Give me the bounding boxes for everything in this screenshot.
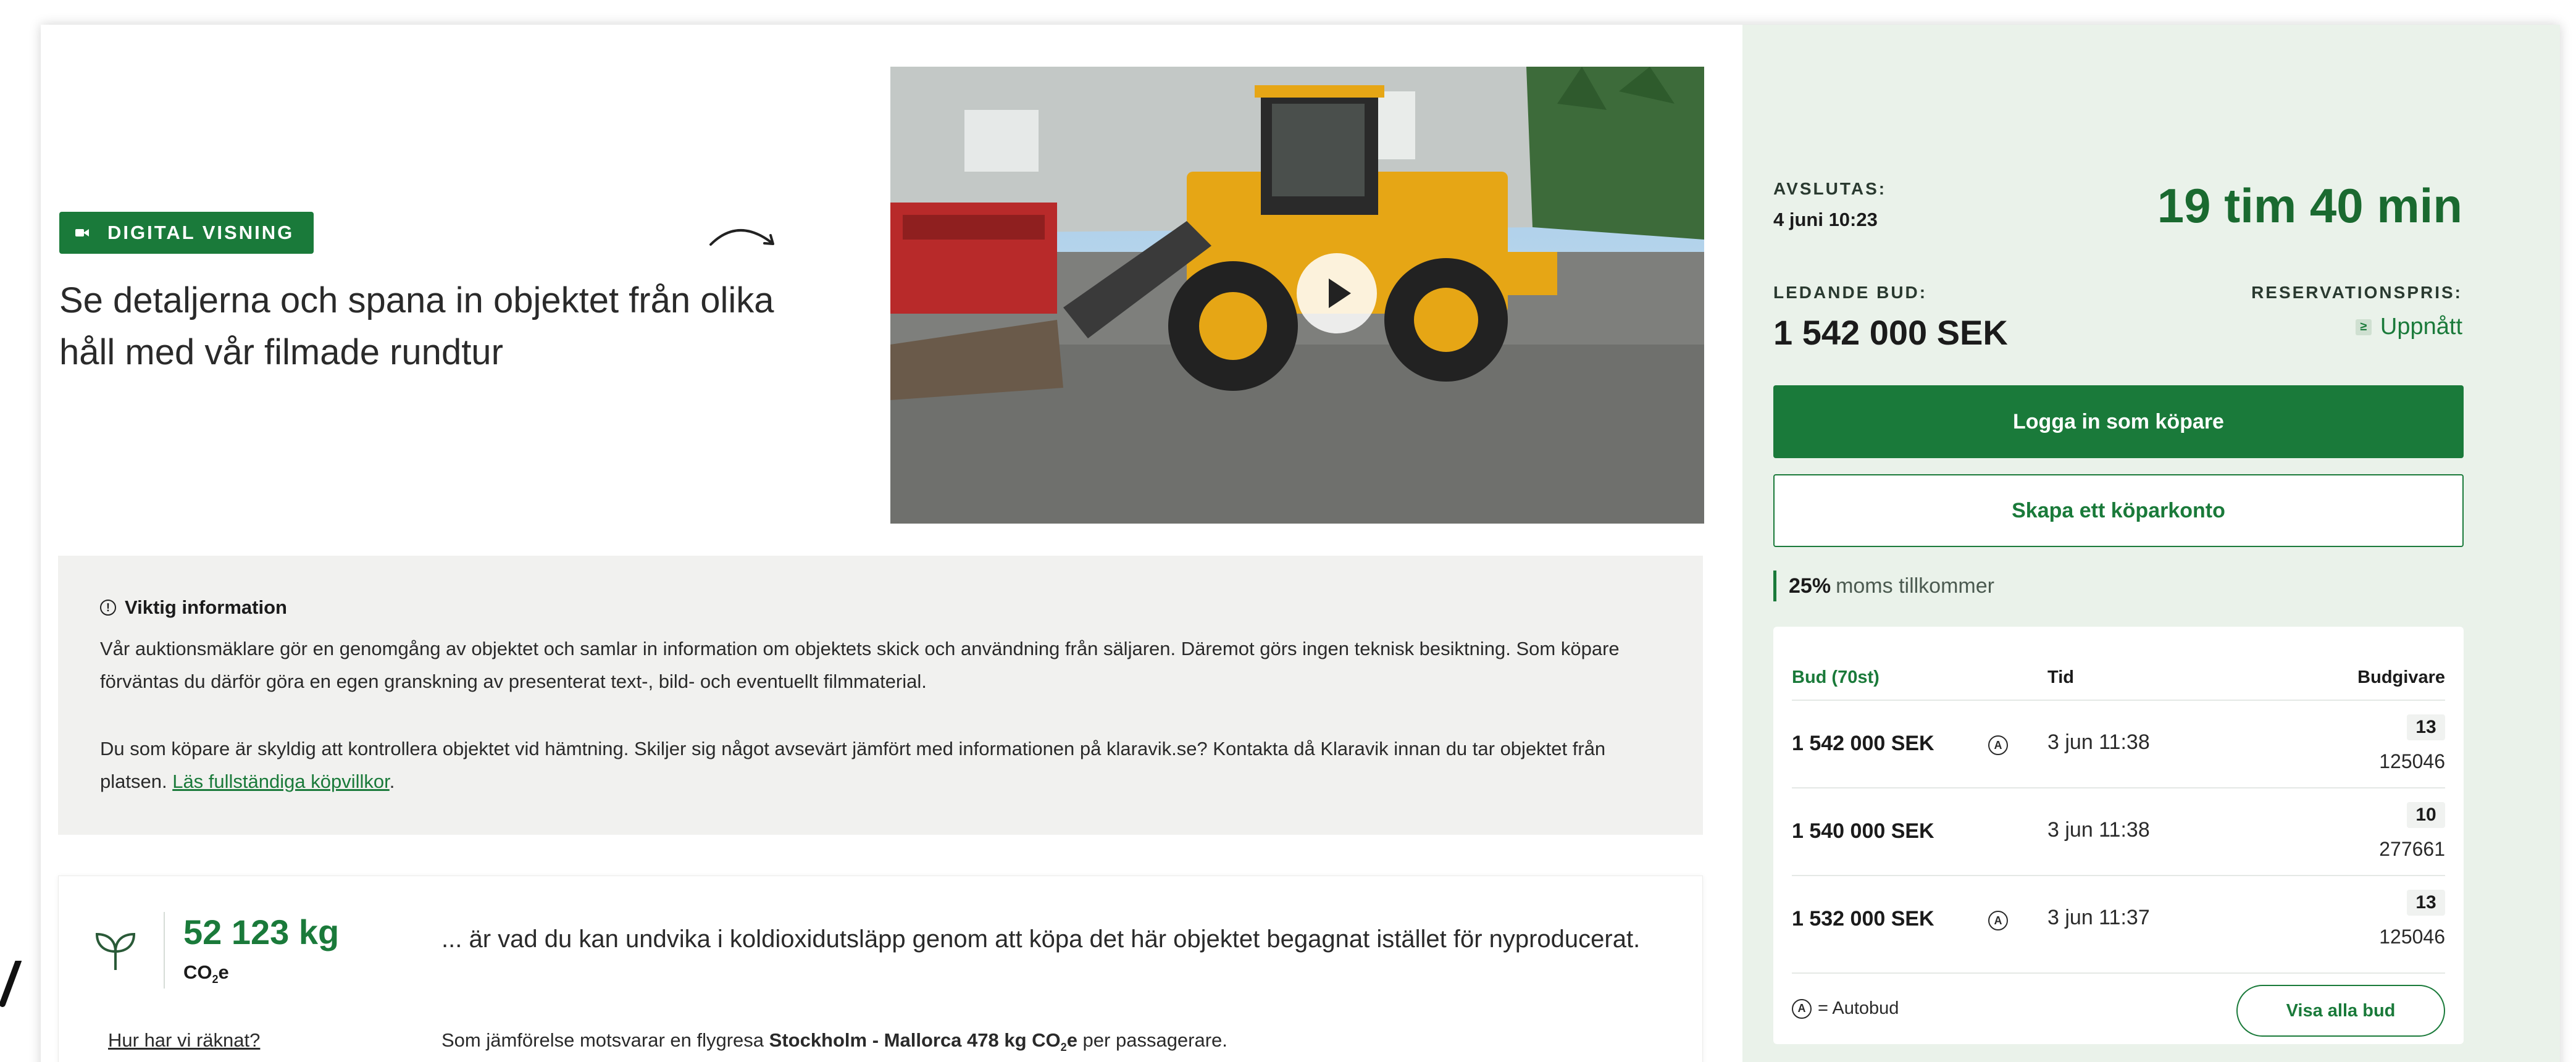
- co2-compare-suffix: per passagerare.: [1077, 1029, 1227, 1051]
- important-info-paragraph-1: Vår auktionsmäklare gör en genomgång av …: [100, 638, 1620, 692]
- reserve-price-value: Uppnått: [2380, 314, 2462, 340]
- co2-compare-bold: Stockholm - Mallorca 478 kg CO2e: [769, 1029, 1077, 1054]
- co2-savings-box: 52 123 kg CO2e ... är vad du kan undvika…: [58, 876, 1703, 1062]
- bid-amount: 1 540 000 SEK: [1792, 819, 1934, 843]
- header-time: Tid: [2047, 667, 2074, 687]
- reserve-met-icon: ≥: [2355, 319, 2372, 335]
- digital-visning-headline: Se detaljerna och spana in objektet från…: [59, 280, 774, 372]
- bid-amount: 1 542 000 SEK: [1792, 732, 1934, 755]
- login-as-buyer-button[interactable]: Logga in som köpare: [1773, 385, 2464, 458]
- info-icon: !: [100, 600, 116, 616]
- co2-unit-tail: e: [218, 961, 229, 983]
- sprout-icon: [95, 932, 136, 970]
- co2-description: ... är vad du kan undvika i koldioxiduts…: [441, 926, 1641, 953]
- play-button[interactable]: [1297, 253, 1377, 333]
- autobid-icon: A: [1988, 735, 2008, 755]
- video-camera-icon: [75, 228, 89, 238]
- auction-sidebar: AVSLUTAS: 4 juni 10:23 19 tim 40 min LED…: [1742, 25, 2560, 1062]
- leading-bid-label: LEDANDE BUD:: [1773, 283, 1928, 302]
- vat-text: moms tillkommer: [1836, 574, 1994, 598]
- main-content: DIGITAL VISNING Se detaljerna och spana …: [41, 25, 1742, 1062]
- ends-label: AVSLUTAS:: [1773, 179, 1887, 198]
- important-info-title: Viktig information: [125, 596, 287, 618]
- bidder-id: 125046: [2379, 926, 2445, 948]
- bidder-id: 125046: [2379, 750, 2445, 772]
- reserve-price-label: RESERVATIONSPRIS:: [2251, 283, 2462, 302]
- bidder-bid-count: 10: [2407, 802, 2445, 828]
- create-buyer-account-button[interactable]: Skapa ett köparkonto: [1773, 474, 2464, 547]
- header-bidder: Budgivare: [2357, 667, 2445, 687]
- terms-link[interactable]: Läs fullständiga köpvillkor: [172, 771, 390, 792]
- how-calculated-link[interactable]: Hur har vi räknat?: [108, 1029, 260, 1052]
- bidder-bid-count: 13: [2407, 714, 2445, 740]
- header-bid-count[interactable]: Bud (70st): [1792, 667, 1880, 688]
- terms-link-suffix: .: [389, 771, 395, 792]
- co2-value: 52 123 kg: [183, 913, 340, 951]
- co2-compare-tail: e: [1066, 1029, 1077, 1051]
- countdown: 19 tim 40 min: [2157, 178, 2462, 233]
- co2-unit-main: CO: [183, 961, 212, 983]
- digital-visning-badge: DIGITAL VISNING: [59, 212, 314, 254]
- co2-comparison: Som jämförelse motsvarar en flygresa Sto…: [441, 1029, 1227, 1054]
- bid-table-header: Bud (70st) Tid Budgivare: [1773, 627, 2464, 700]
- bid-row: 1 542 000 SEK A 3 jun 11:38 13 125046: [1792, 700, 2445, 787]
- bid-row: 1 540 000 SEK 3 jun 11:38 10 277661: [1792, 787, 2445, 875]
- autobid-legend: A = Autobud: [1792, 998, 1899, 1019]
- bid-amount: 1 532 000 SEK: [1792, 907, 1934, 930]
- bidder-id: 277661: [2379, 838, 2445, 860]
- autobid-icon: A: [1988, 911, 2008, 930]
- bid-row: 1 532 000 SEK A 3 jun 11:37 13 125046: [1792, 875, 2445, 963]
- vat-percent: 25%: [1789, 574, 1831, 598]
- important-info-heading: ! Viktig information: [100, 596, 1661, 619]
- bid-time: 3 jun 11:38: [2047, 818, 2150, 842]
- autobid-legend-icon: A: [1792, 998, 1812, 1019]
- co2-unit: CO2e: [183, 961, 229, 986]
- page-frame: DIGITAL VISNING Se detaljerna och spana …: [41, 25, 2560, 1062]
- bid-table-footer: A = Autobud Visa alla bud: [1792, 972, 2445, 1044]
- autobid-legend-text: = Autobud: [1818, 998, 1899, 1018]
- leading-bid-value: 1 542 000 SEK: [1773, 313, 2008, 352]
- corner-stroke: [0, 961, 22, 1007]
- reserve-price-status: ≥ Uppnått: [2355, 314, 2462, 340]
- ends-date: 4 juni 10:23: [1773, 209, 1878, 230]
- co2-compare-bold-text: Stockholm - Mallorca 478 kg CO: [769, 1029, 1061, 1051]
- bid-time: 3 jun 11:37: [2047, 906, 2150, 929]
- co2-divider: [164, 912, 165, 989]
- video-player[interactable]: [890, 67, 1704, 524]
- badge-label: DIGITAL VISNING: [107, 222, 295, 243]
- important-info-box: ! Viktig information Vår auktionsmäklare…: [58, 556, 1703, 835]
- bid-time: 3 jun 11:38: [2047, 730, 2150, 754]
- bidder-bid-count: 13: [2407, 890, 2445, 916]
- vat-note: 25% moms tillkommer: [1773, 571, 1994, 601]
- bid-history-table: Bud (70st) Tid Budgivare 1 542 000 SEK A…: [1773, 627, 2464, 1044]
- show-all-bids-button[interactable]: Visa alla bud: [2236, 985, 2445, 1037]
- co2-unit-sub: 2: [212, 973, 219, 986]
- co2-compare-sub: 2: [1060, 1041, 1067, 1054]
- important-info-paragraph-2: Du som köpare är skyldig att kontrollera…: [100, 732, 1661, 798]
- curved-arrow-icon: [709, 229, 774, 246]
- co2-compare-prefix: Som jämförelse motsvarar en flygresa: [441, 1029, 769, 1051]
